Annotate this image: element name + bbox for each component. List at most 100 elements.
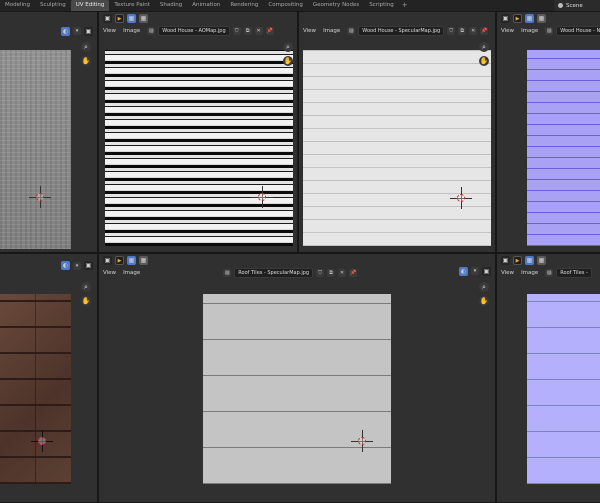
zoom-icon[interactable]: ⌕ xyxy=(81,42,91,52)
image-icon[interactable]: ▨ xyxy=(545,27,554,35)
image-editor-icon[interactable]: ▣ xyxy=(482,267,491,276)
display-channels-icon[interactable]: ◐ xyxy=(61,261,70,270)
image-name-field[interactable]: Wood House - AOMap.jpg xyxy=(158,26,230,36)
menu-image[interactable]: Image xyxy=(521,270,538,276)
play-icon[interactable]: ▶ xyxy=(513,256,522,265)
hand-icon[interactable]: ✋ xyxy=(283,56,293,66)
menu-image[interactable]: Image xyxy=(123,28,140,34)
tab-shading[interactable]: Shading xyxy=(155,0,187,11)
hand-icon[interactable]: ✋ xyxy=(479,56,489,66)
image-name-field[interactable]: Wood House - SpecularMap.jpg xyxy=(358,26,445,36)
menu-image[interactable]: Image xyxy=(323,28,340,34)
select-mode-icon[interactable]: ▦ xyxy=(525,256,534,265)
image-name-field[interactable]: Roof Tiles - xyxy=(556,268,592,278)
view-tools: ⌕ ✋ xyxy=(479,42,489,66)
pane-menubar: View Image ▨ Wood House - SpecularMap.jp… xyxy=(299,25,495,37)
play-icon[interactable]: ▶ xyxy=(115,256,124,265)
image-icon[interactable]: ▨ xyxy=(347,27,356,35)
select-mode-icon[interactable]: ▦ xyxy=(537,14,546,23)
image-editor-top-left: ◐ ▾ ▣ ⌕ ✋ xyxy=(0,11,98,253)
pane-menubar: View Image ▨ Roof Tiles - SpecularMap.jp… xyxy=(99,267,495,279)
tab-texture-paint[interactable]: Texture Paint xyxy=(109,0,155,11)
close-icon[interactable]: ✕ xyxy=(469,27,478,35)
tab-compositing[interactable]: Compositing xyxy=(263,0,307,11)
image-editor-normal: ▣ ▶ ▦ ▦ View Image ▨ Wood House - N xyxy=(496,11,600,253)
image-editor-icon[interactable]: ▣ xyxy=(84,261,93,270)
zoom-icon[interactable]: ⌕ xyxy=(479,42,489,52)
select-mode-icon[interactable]: ▦ xyxy=(525,14,534,23)
zoom-icon[interactable]: ⌕ xyxy=(81,282,91,292)
display-channels-icon[interactable]: ◐ xyxy=(459,267,468,276)
close-icon[interactable]: ✕ xyxy=(254,27,263,35)
image-icon[interactable]: ▨ xyxy=(223,269,232,277)
menu-view[interactable]: View xyxy=(501,28,514,34)
image-editor-icon[interactable]: ▣ xyxy=(501,14,510,23)
2d-cursor[interactable] xyxy=(29,186,51,208)
texture-preview xyxy=(303,50,491,246)
zoom-icon[interactable]: ⌕ xyxy=(479,282,489,292)
tab-animation[interactable]: Animation xyxy=(187,0,225,11)
scene-icon xyxy=(558,3,563,8)
image-name-field[interactable]: Wood House - N xyxy=(556,26,600,36)
pin-icon[interactable]: 📌 xyxy=(480,27,489,35)
pane-header: ▣ ▶ ▦ ▦ xyxy=(497,254,600,267)
chevron-down-icon[interactable]: ▾ xyxy=(73,261,81,270)
image-editor-icon[interactable]: ▣ xyxy=(103,14,112,23)
image-name-field[interactable]: Roof Tiles - SpecularMap.jpg xyxy=(234,268,314,278)
play-icon[interactable]: ▶ xyxy=(115,14,124,23)
hand-icon[interactable]: ✋ xyxy=(479,296,489,306)
texture-preview xyxy=(527,294,600,484)
fake-user-icon[interactable]: ⛉ xyxy=(232,27,241,35)
menu-view[interactable]: View xyxy=(103,270,116,276)
tab-sculpting[interactable]: Sculpting xyxy=(35,0,71,11)
select-mode-icon[interactable]: ▦ xyxy=(127,256,136,265)
pin-icon[interactable]: 📌 xyxy=(349,269,358,277)
2d-cursor[interactable] xyxy=(351,430,373,452)
image-editor-specular: View Image ▨ Wood House - SpecularMap.jp… xyxy=(298,11,496,253)
new-image-icon[interactable]: ⧉ xyxy=(327,269,336,277)
close-icon[interactable]: ✕ xyxy=(338,269,347,277)
zoom-icon[interactable]: ⌕ xyxy=(283,42,293,52)
display-channels-icon[interactable]: ◐ xyxy=(61,26,70,36)
image-editor-icon[interactable]: ▣ xyxy=(501,256,510,265)
2d-cursor[interactable] xyxy=(450,187,472,209)
pane-header: ▣ ▶ ▦ ▦ xyxy=(497,12,600,25)
image-icon[interactable]: ▨ xyxy=(147,27,156,35)
image-editor-roof-diffuse: ◐ ▾ ▣ ⌕ ✋ xyxy=(0,253,98,503)
tab-modeling[interactable]: Modeling xyxy=(0,0,35,11)
select-mode-icon[interactable]: ▦ xyxy=(139,14,148,23)
chevron-down-icon[interactable]: ▾ xyxy=(471,267,479,275)
hand-icon[interactable]: ✋ xyxy=(81,296,91,306)
image-editor-icon[interactable]: ▣ xyxy=(103,256,112,265)
select-mode-icon[interactable]: ▦ xyxy=(139,256,148,265)
select-mode-icon[interactable]: ▦ xyxy=(537,256,546,265)
scene-selector[interactable]: Scene xyxy=(554,0,600,11)
tab-rendering[interactable]: Rendering xyxy=(225,0,263,11)
image-icon[interactable]: ▨ xyxy=(545,269,554,277)
menu-image[interactable]: Image xyxy=(123,270,140,276)
tab-scripting[interactable]: Scripting xyxy=(364,0,398,11)
new-image-icon[interactable]: ⧉ xyxy=(243,27,252,35)
play-icon[interactable]: ▶ xyxy=(513,14,522,23)
chevron-down-icon[interactable]: ▾ xyxy=(73,27,81,35)
menu-view[interactable]: View xyxy=(303,28,316,34)
view-tools: ⌕ ✋ xyxy=(81,42,91,66)
2d-cursor[interactable] xyxy=(31,430,53,452)
tab-geometry-nodes[interactable]: Geometry Nodes xyxy=(308,0,364,11)
tab-uv-editing[interactable]: UV Editing xyxy=(70,0,110,11)
texture-preview xyxy=(0,50,71,249)
hand-icon[interactable]: ✋ xyxy=(81,56,91,66)
menu-image[interactable]: Image xyxy=(521,28,538,34)
image-editor-icon[interactable]: ▣ xyxy=(84,26,93,36)
menu-view[interactable]: View xyxy=(501,270,514,276)
menu-view[interactable]: View xyxy=(103,28,116,34)
new-image-icon[interactable]: ⧉ xyxy=(458,27,467,35)
2d-cursor[interactable] xyxy=(251,186,273,208)
select-mode-icon[interactable]: ▦ xyxy=(127,14,136,23)
fake-user-icon[interactable]: ⛉ xyxy=(316,269,325,277)
add-workspace-button[interactable]: + xyxy=(399,0,411,11)
pane-toolbar: ◐ ▾ ▣ xyxy=(0,25,97,37)
pane-header: ◐ ▾ ▣ xyxy=(0,259,97,272)
fake-user-icon[interactable]: ⛉ xyxy=(447,27,456,35)
pin-icon[interactable]: 📌 xyxy=(265,27,274,35)
